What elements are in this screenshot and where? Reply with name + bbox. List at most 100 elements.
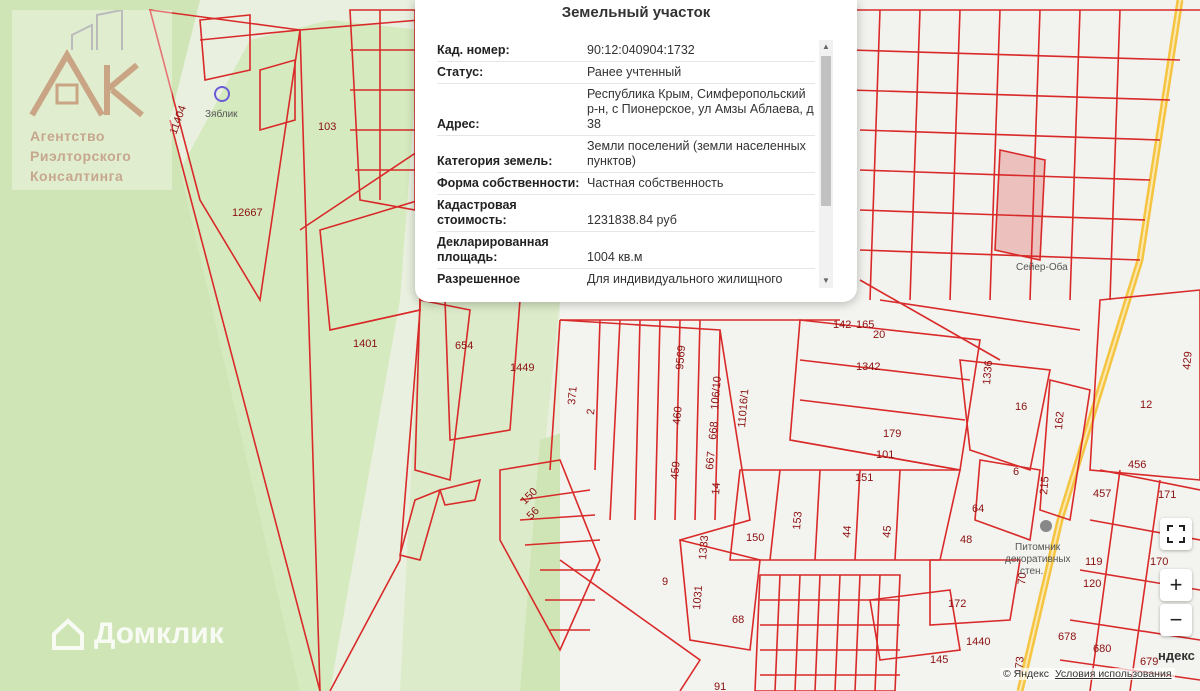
- yandex-copyright: © Яндекс: [1003, 668, 1049, 680]
- row-permitted-use: Разрешенное Для индивидуального жилищног…: [437, 269, 815, 288]
- row-key: Статус:: [437, 65, 484, 79]
- svg-text:679: 679: [1140, 656, 1158, 668]
- row-cad-number: Кад. номер: 90:12:040904:1732: [437, 40, 815, 62]
- svg-text:44: 44: [841, 525, 854, 538]
- svg-text:6: 6: [1013, 466, 1019, 478]
- svg-text:1401: 1401: [353, 338, 377, 350]
- svg-text:Питомник: Питомник: [1015, 542, 1061, 553]
- svg-text:457: 457: [1093, 488, 1111, 500]
- row-value: 1004 кв.м: [587, 250, 643, 264]
- popup-table[interactable]: Кад. номер: 90:12:040904:1732 Статус: Ра…: [437, 40, 815, 288]
- ark-logo-icon: [29, 8, 144, 118]
- svg-text:142: 142: [833, 319, 851, 331]
- svg-text:45: 45: [881, 525, 894, 538]
- popup-title: Земельный участок: [561, 4, 711, 21]
- terms-link[interactable]: Условия использования: [1055, 668, 1172, 680]
- svg-text:декоративных: декоративных: [1005, 554, 1071, 565]
- row-ownership: Форма собственности: Частная собственнос…: [437, 173, 815, 195]
- svg-text:171: 171: [1158, 489, 1176, 501]
- scroll-down-arrow-icon[interactable]: ▼: [819, 274, 833, 288]
- row-value: Республика Крым, Симферопольский р-н, с …: [587, 87, 814, 131]
- domclick-watermark: Домклик: [50, 616, 224, 652]
- scroll-up-arrow-icon[interactable]: ▲: [819, 40, 833, 54]
- svg-text:172: 172: [948, 598, 966, 610]
- row-key: Декларированная площадь:: [437, 235, 549, 264]
- logo-line-3: Консалтинга: [30, 168, 124, 184]
- svg-text:9569: 9569: [674, 345, 688, 370]
- svg-text:Сейер-Оба: Сейер-Оба: [1016, 261, 1068, 273]
- svg-text:145: 145: [930, 654, 948, 666]
- svg-text:162: 162: [1053, 411, 1067, 430]
- svg-text:150: 150: [746, 532, 764, 544]
- svg-text:1342: 1342: [856, 361, 880, 373]
- row-status: Статус: Ранее учтенный: [437, 62, 815, 84]
- svg-text:64: 64: [972, 503, 984, 515]
- land-plot-popup[interactable]: Земельный участок Кад. номер: 90:12:0409…: [415, 0, 857, 302]
- row-value: Частная собственность: [587, 176, 724, 190]
- row-value: 90:12:040904:1732: [587, 43, 695, 57]
- svg-text:стен.: стен.: [1020, 566, 1043, 577]
- svg-text:119: 119: [1085, 556, 1103, 568]
- svg-text:101: 101: [876, 449, 894, 461]
- zoom-in-button[interactable]: +: [1160, 569, 1192, 601]
- svg-text:151: 151: [855, 472, 873, 484]
- svg-text:678: 678: [1058, 631, 1076, 643]
- fullscreen-icon: [1167, 525, 1185, 543]
- row-key: Кад. номер:: [437, 43, 510, 57]
- domclick-house-icon: [52, 618, 84, 650]
- svg-text:1440: 1440: [966, 636, 990, 648]
- row-key: Категория земель:: [437, 154, 553, 168]
- svg-text:460: 460: [671, 406, 685, 425]
- map-copyright: © Яндекс Условия использования: [1000, 668, 1175, 680]
- svg-text:165: 165: [856, 319, 874, 331]
- svg-text:1333: 1333: [697, 535, 711, 560]
- svg-text:179: 179: [883, 428, 901, 440]
- svg-text:12667: 12667: [232, 207, 263, 219]
- svg-text:16: 16: [1015, 401, 1027, 413]
- svg-text:48: 48: [960, 534, 972, 546]
- svg-text:654: 654: [455, 340, 473, 352]
- fullscreen-button[interactable]: [1160, 518, 1192, 550]
- svg-text:12: 12: [1140, 399, 1152, 411]
- svg-text:120: 120: [1083, 578, 1101, 590]
- svg-text:Зяблик: Зяблик: [205, 108, 238, 120]
- row-value: Земли поселений (земли населенных пункто…: [587, 139, 806, 168]
- svg-text:14: 14: [710, 482, 723, 495]
- svg-text:429: 429: [1181, 351, 1195, 370]
- row-key: Разрешенное: [437, 272, 521, 286]
- svg-text:9: 9: [662, 576, 668, 588]
- svg-text:2: 2: [585, 408, 597, 415]
- svg-text:1031: 1031: [691, 585, 705, 610]
- svg-text:667: 667: [704, 451, 718, 470]
- svg-text:680: 680: [1093, 643, 1111, 655]
- domclick-text: Домклик: [94, 617, 224, 650]
- svg-text:ндекс: ндекс: [1158, 648, 1195, 663]
- logo-line-2: Риэлторского: [30, 148, 132, 164]
- svg-text:153: 153: [791, 511, 805, 530]
- svg-text:170: 170: [1150, 556, 1168, 568]
- svg-text:456: 456: [1128, 459, 1146, 471]
- svg-text:1336: 1336: [981, 360, 995, 385]
- row-area: Декларированная площадь: 1004 кв.м: [437, 232, 815, 269]
- svg-text:20: 20: [873, 329, 885, 341]
- row-value: 1231838.84 руб: [587, 213, 677, 227]
- svg-text:668: 668: [707, 421, 721, 440]
- row-value: Ранее учтенный: [587, 65, 682, 79]
- svg-text:459: 459: [669, 461, 683, 480]
- scroll-thumb[interactable]: [821, 56, 831, 206]
- row-value: Для индивидуального жилищного: [587, 272, 783, 286]
- svg-text:91: 91: [714, 681, 726, 691]
- row-key: Форма собственности:: [437, 176, 580, 190]
- row-key: Кадастровая стоимость:: [437, 198, 517, 227]
- svg-text:68: 68: [732, 614, 744, 626]
- row-address: Адрес: Республика Крым, Симферопольский …: [437, 84, 815, 136]
- popup-scrollbar[interactable]: ▲ ▼: [819, 40, 833, 288]
- svg-text:103: 103: [318, 121, 336, 133]
- row-key: Адрес:: [437, 117, 480, 131]
- zoom-out-button[interactable]: −: [1160, 604, 1192, 636]
- row-cadastral-cost: Кадастровая стоимость: 1231838.84 руб: [437, 195, 815, 232]
- svg-text:1449: 1449: [510, 362, 534, 374]
- agency-logo: Агентство Риэлторского Консалтинга: [12, 8, 172, 190]
- svg-text:215: 215: [1038, 476, 1052, 495]
- row-category: Категория земель: Земли поселений (земли…: [437, 136, 815, 173]
